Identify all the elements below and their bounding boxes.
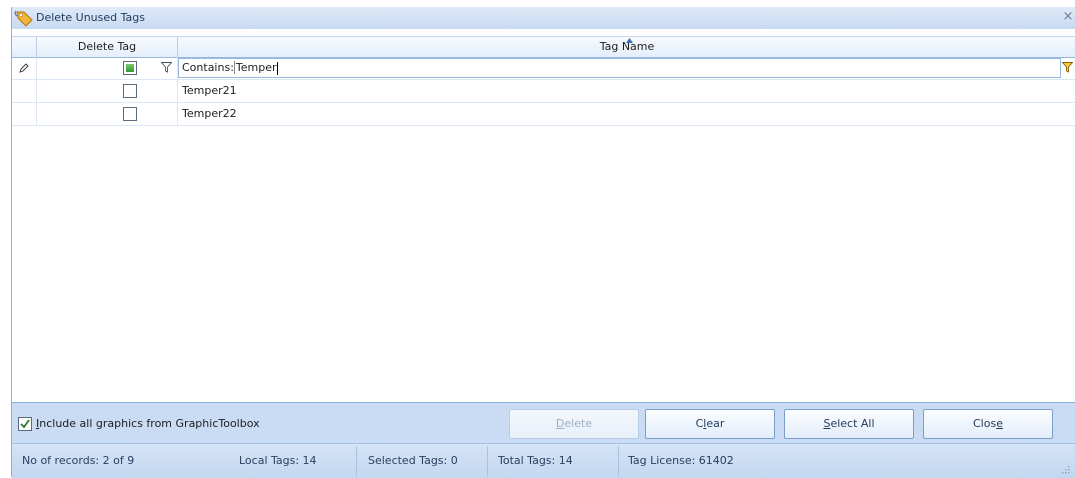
delete-tag-cell: [37, 80, 178, 102]
include-graphics-label[interactable]: Include all graphics from GraphicToolbox: [36, 417, 260, 430]
filter-row-header: [12, 57, 37, 79]
delete-tag-checkbox[interactable]: [123, 107, 137, 121]
filter-delete-tag-cell: [37, 57, 178, 79]
funnel-icon[interactable]: [1062, 62, 1073, 73]
delete-unused-tags-dialog: Delete Unused Tags × Delete Tag Tag Name: [11, 7, 1075, 478]
resize-grip-icon[interactable]: [1060, 464, 1070, 474]
close-button[interactable]: Close: [923, 409, 1053, 439]
row-header[interactable]: [12, 103, 37, 125]
column-header-delete-tag[interactable]: Delete Tag: [37, 37, 178, 57]
tags-grid: Delete Tag Tag Name Contains: Temper Tem…: [12, 29, 1075, 403]
row-header-corner: [12, 37, 37, 57]
tag-icon: [14, 9, 34, 27]
filter-value: Temper: [233, 61, 277, 74]
table-row[interactable]: Temper22: [12, 103, 1075, 126]
delete-tag-cell: [37, 103, 178, 125]
delete-button[interactable]: Delete: [509, 409, 639, 439]
tag-license: Tag License: 61402: [628, 454, 734, 467]
status-bar: No of records: 2 of 9 Local Tags: 14 Sel…: [12, 443, 1075, 478]
filter-checkbox[interactable]: [123, 61, 137, 75]
window-title: Delete Unused Tags: [36, 11, 145, 24]
delete-tag-checkbox[interactable]: [123, 84, 137, 98]
funnel-icon[interactable]: [161, 62, 172, 73]
filter-row: Contains: Temper: [12, 57, 1075, 80]
select-all-button[interactable]: Select All: [784, 409, 914, 439]
grid-header: Delete Tag Tag Name: [12, 36, 1075, 58]
total-tags-count: Total Tags: 14: [498, 454, 573, 467]
records-count: No of records: 2 of 9: [22, 454, 135, 467]
checkmark-icon: [20, 419, 30, 429]
clear-button[interactable]: Clear: [645, 409, 775, 439]
action-bar: Include all graphics from GraphicToolbox…: [12, 403, 1075, 440]
row-header[interactable]: [12, 80, 37, 102]
title-bar[interactable]: Delete Unused Tags ×: [12, 7, 1075, 29]
tag-name-cell: Temper21: [182, 84, 237, 97]
status-divider: [618, 446, 619, 476]
close-icon[interactable]: ×: [1060, 9, 1075, 25]
sort-ascending-icon: [626, 38, 633, 43]
filter-operator: Contains:: [182, 61, 234, 74]
pencil-icon: [19, 63, 29, 73]
text-cursor: [276, 61, 278, 75]
local-tags-count: Local Tags: 14: [239, 454, 317, 467]
tag-name-cell: Temper22: [182, 107, 237, 120]
status-divider: [356, 446, 357, 476]
include-graphics-checkbox[interactable]: [18, 417, 32, 431]
table-row[interactable]: Temper21: [12, 80, 1075, 103]
tag-name-filter-input[interactable]: Contains: Temper: [178, 58, 1061, 78]
status-divider: [487, 446, 488, 476]
selected-tags-count: Selected Tags: 0: [368, 454, 458, 467]
